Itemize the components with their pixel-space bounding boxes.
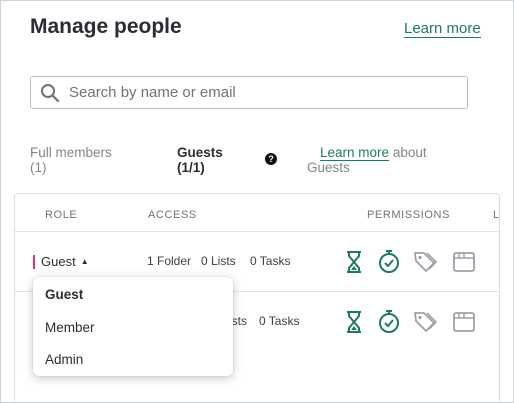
tab-full-members[interactable]: Full members (1) <box>30 145 112 175</box>
role-dropdown-menu: Guest Member Admin <box>33 277 233 376</box>
tab-guests-count: (1/1) <box>177 160 205 175</box>
search-box[interactable] <box>30 76 468 109</box>
tab-full-members-label: Full members <box>30 145 112 160</box>
tab-guests-label: Guests <box>177 145 223 160</box>
search-icon <box>41 83 60 102</box>
column-header-role: ROLE <box>45 209 78 221</box>
role-label: Guest <box>41 254 76 269</box>
manage-people-panel: Manage people Learn more Full members (1… <box>0 0 514 403</box>
role-option-guest[interactable]: Guest <box>45 287 83 302</box>
column-header-last: L <box>493 209 500 221</box>
role-indicator <box>33 254 35 269</box>
learn-more-about-text: about <box>392 145 427 160</box>
page-title: Manage people <box>30 15 182 38</box>
role-dropdown-button[interactable]: Guest ▲ <box>33 254 89 269</box>
caret-up-icon: ▲ <box>80 257 89 266</box>
learn-more-guests-link[interactable]: Learn more <box>320 145 390 161</box>
help-icon[interactable]: ? <box>265 153 277 165</box>
stopwatch-icon[interactable] <box>376 248 402 274</box>
browser-window-icon[interactable] <box>451 249 477 275</box>
access-tasks: 0 Tasks <box>250 254 291 268</box>
learn-more-guests: Learn more about Guests <box>307 145 457 175</box>
tab-guests[interactable]: Guests (1/1) <box>177 145 223 175</box>
header-divider <box>15 231 499 232</box>
learn-more-guests-text: Guests <box>307 160 350 175</box>
search-input[interactable] <box>69 84 449 101</box>
column-header-access: ACCESS <box>148 209 197 221</box>
access-lists: 0 Lists <box>201 254 236 268</box>
role-option-member[interactable]: Member <box>45 320 95 335</box>
column-header-permissions: PERMISSIONS <box>367 209 451 221</box>
tags-icon[interactable] <box>412 309 438 335</box>
access-tasks: 0 Tasks <box>259 314 300 328</box>
role-option-admin[interactable]: Admin <box>45 352 83 367</box>
tags-icon[interactable] <box>412 249 438 275</box>
tab-full-members-count: (1) <box>30 160 47 175</box>
access-folders: 1 Folder <box>147 254 192 268</box>
stopwatch-icon[interactable] <box>376 308 402 334</box>
hourglass-icon[interactable] <box>341 309 367 335</box>
hourglass-icon[interactable] <box>341 249 367 275</box>
learn-more-link[interactable]: Learn more <box>404 21 481 38</box>
browser-window-icon[interactable] <box>451 309 477 335</box>
